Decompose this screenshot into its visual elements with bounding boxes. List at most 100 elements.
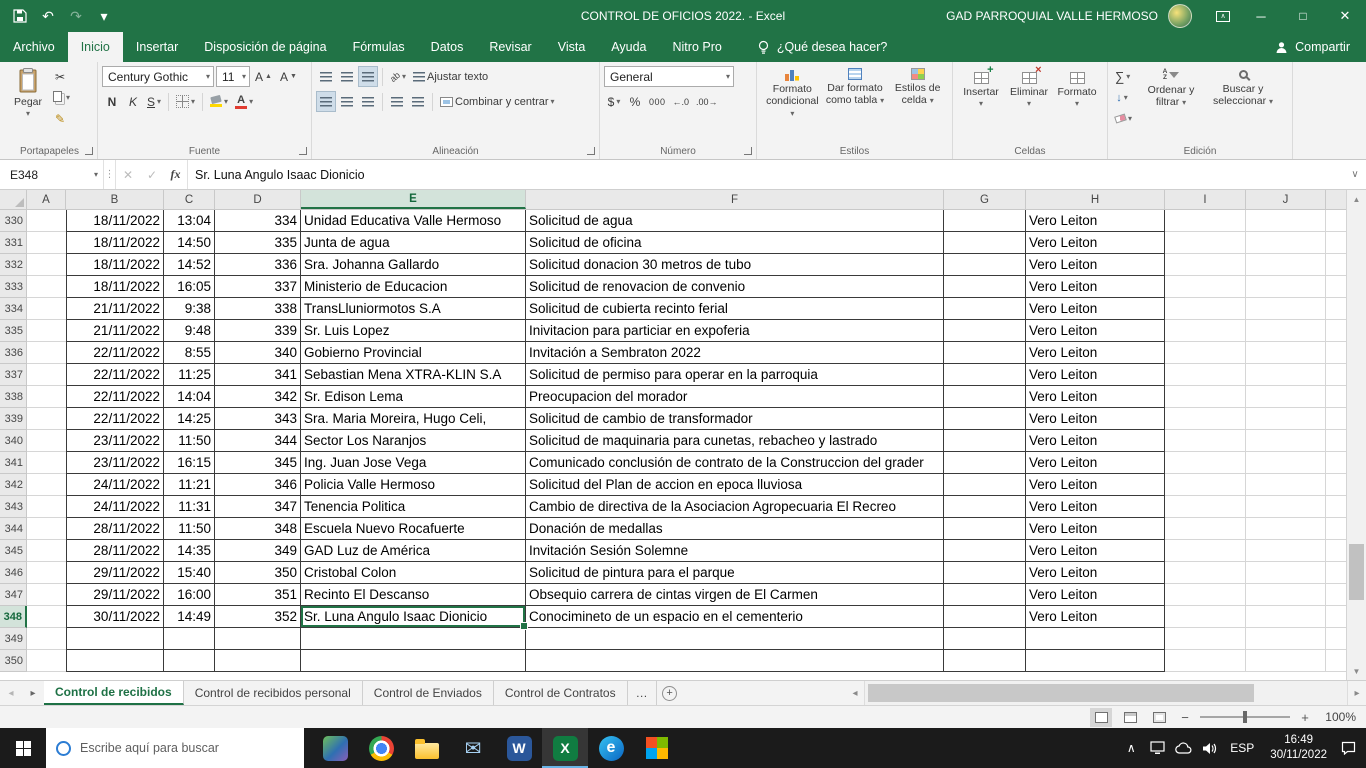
cell-H337[interactable]: Vero Leiton <box>1026 364 1165 386</box>
cell-K340[interactable] <box>1326 430 1346 452</box>
cell-F344[interactable]: Donación de medallas <box>526 518 944 540</box>
cell-B344[interactable]: 28/11/2022 <box>66 518 164 540</box>
cell-H333[interactable]: Vero Leiton <box>1026 276 1165 298</box>
row-header-348[interactable]: 348 <box>0 606 27 628</box>
cell-H330[interactable]: Vero Leiton <box>1026 210 1165 232</box>
column-header-H[interactable]: H <box>1026 190 1165 209</box>
cell-G330[interactable] <box>944 210 1026 232</box>
horizontal-scroll-thumb[interactable] <box>868 684 1254 702</box>
name-box[interactable]: E348▾ <box>0 160 104 189</box>
cell-J339[interactable] <box>1246 408 1326 430</box>
row-header-345[interactable]: 345 <box>0 540 27 562</box>
column-header-J[interactable]: J <box>1246 190 1326 209</box>
cell-F345[interactable]: Invitación Sesión Solemne <box>526 540 944 562</box>
cell-H336[interactable]: Vero Leiton <box>1026 342 1165 364</box>
comma-style-button[interactable]: 000 <box>646 91 669 112</box>
cell-D332[interactable]: 336 <box>215 254 301 276</box>
cell-A333[interactable] <box>27 276 66 298</box>
formula-input[interactable]: Sr. Luna Angulo Isaac Dionicio <box>188 160 1344 189</box>
cell-G341[interactable] <box>944 452 1026 474</box>
zoom-in-button[interactable]: + <box>1297 710 1313 725</box>
ribbon-tab-revisar[interactable]: Revisar <box>476 32 544 62</box>
column-header-C[interactable]: C <box>164 190 215 209</box>
cell-I332[interactable] <box>1165 254 1246 276</box>
cell-A336[interactable] <box>27 342 66 364</box>
cell-J347[interactable] <box>1246 584 1326 606</box>
cell-J343[interactable] <box>1246 496 1326 518</box>
scroll-up-button[interactable]: ▲ <box>1347 190 1366 208</box>
cell-G345[interactable] <box>944 540 1026 562</box>
cell-I350[interactable] <box>1165 650 1246 672</box>
cell-J342[interactable] <box>1246 474 1326 496</box>
cell-D333[interactable]: 337 <box>215 276 301 298</box>
sheet-tab-control-de-enviados[interactable]: Control de Enviados <box>363 681 494 705</box>
cell-G348[interactable] <box>944 606 1026 628</box>
taskbar-search[interactable]: Escribe aquí para buscar <box>46 728 304 768</box>
cell-C349[interactable] <box>164 628 215 650</box>
fill-color-button[interactable]: ▾ <box>207 91 231 112</box>
cell-K338[interactable] <box>1326 386 1346 408</box>
column-header-I[interactable]: I <box>1165 190 1246 209</box>
cell-E336[interactable]: Gobierno Provincial <box>301 342 526 364</box>
decrease-decimal-button[interactable]: .00→ <box>693 91 721 112</box>
fill-button[interactable]: ↓▾ <box>1112 87 1132 108</box>
cell-K341[interactable] <box>1326 452 1346 474</box>
cell-C337[interactable]: 11:25 <box>164 364 215 386</box>
cell-E349[interactable] <box>301 628 526 650</box>
cell-D337[interactable]: 341 <box>215 364 301 386</box>
cell-J330[interactable] <box>1246 210 1326 232</box>
cell-H348[interactable]: Vero Leiton <box>1026 606 1165 628</box>
scroll-right-button[interactable]: ▸ <box>1348 681 1366 705</box>
format-painter-button[interactable]: ✎ <box>50 108 70 129</box>
cell-F347[interactable]: Obsequio carrera de cintas virgen de El … <box>526 584 944 606</box>
alineacion-dialog-launcher[interactable] <box>587 147 595 155</box>
cell-E342[interactable]: Policia Valle Hermoso <box>301 474 526 496</box>
portapapeles-dialog-launcher[interactable] <box>85 147 93 155</box>
format-cells-button[interactable]: Formato▾ <box>1053 66 1101 110</box>
delete-cells-button[interactable]: Eliminar▾ <box>1005 66 1053 110</box>
cell-H342[interactable]: Vero Leiton <box>1026 474 1165 496</box>
taskbar-file-explorer-icon[interactable] <box>404 728 450 768</box>
cell-D334[interactable]: 338 <box>215 298 301 320</box>
cell-K350[interactable] <box>1326 650 1346 672</box>
cell-B345[interactable]: 28/11/2022 <box>66 540 164 562</box>
cell-B330[interactable]: 18/11/2022 <box>66 210 164 232</box>
merge-center-button[interactable]: Combinar y centrar▾ <box>437 91 558 112</box>
cell-K335[interactable] <box>1326 320 1346 342</box>
customize-quick-access-icon[interactable]: ▾ <box>90 2 118 30</box>
cell-A334[interactable] <box>27 298 66 320</box>
cell-F342[interactable]: Solicitud del Plan de accion en epoca ll… <box>526 474 944 496</box>
align-left-button[interactable] <box>316 91 336 112</box>
cell-H331[interactable]: Vero Leiton <box>1026 232 1165 254</box>
enter-entry-button[interactable]: ✓ <box>140 160 164 189</box>
increase-decimal-button[interactable]: ←.0 <box>670 91 693 112</box>
cell-A337[interactable] <box>27 364 66 386</box>
column-header-G[interactable]: G <box>944 190 1026 209</box>
cell-B341[interactable]: 23/11/2022 <box>66 452 164 474</box>
cell-E338[interactable]: Sr. Edison Lema <box>301 386 526 408</box>
ribbon-tab-datos[interactable]: Datos <box>418 32 477 62</box>
save-icon[interactable] <box>6 2 34 30</box>
display-icon[interactable] <box>1145 728 1169 768</box>
cell-F335[interactable]: Inivitacion para particiar en expoferia <box>526 320 944 342</box>
cell-A340[interactable] <box>27 430 66 452</box>
cell-I338[interactable] <box>1165 386 1246 408</box>
page-layout-view-button[interactable] <box>1119 708 1141 727</box>
cell-J336[interactable] <box>1246 342 1326 364</box>
cell-H350[interactable] <box>1026 650 1165 672</box>
cell-A349[interactable] <box>27 628 66 650</box>
accounting-format-button[interactable]: $▾ <box>604 91 624 112</box>
cut-button[interactable]: ✂ <box>50 66 70 87</box>
cell-C345[interactable]: 14:35 <box>164 540 215 562</box>
cell-B348[interactable]: 30/11/2022 <box>66 606 164 628</box>
cell-C332[interactable]: 14:52 <box>164 254 215 276</box>
cell-K336[interactable] <box>1326 342 1346 364</box>
cell-E335[interactable]: Sr. Luis Lopez <box>301 320 526 342</box>
ribbon-tab-insertar[interactable]: Insertar <box>123 32 191 62</box>
cell-E330[interactable]: Unidad Educativa Valle Hermoso <box>301 210 526 232</box>
cell-I348[interactable] <box>1165 606 1246 628</box>
volume-icon[interactable] <box>1197 728 1221 768</box>
cell-H347[interactable]: Vero Leiton <box>1026 584 1165 606</box>
row-header-338[interactable]: 338 <box>0 386 27 408</box>
cell-H334[interactable]: Vero Leiton <box>1026 298 1165 320</box>
